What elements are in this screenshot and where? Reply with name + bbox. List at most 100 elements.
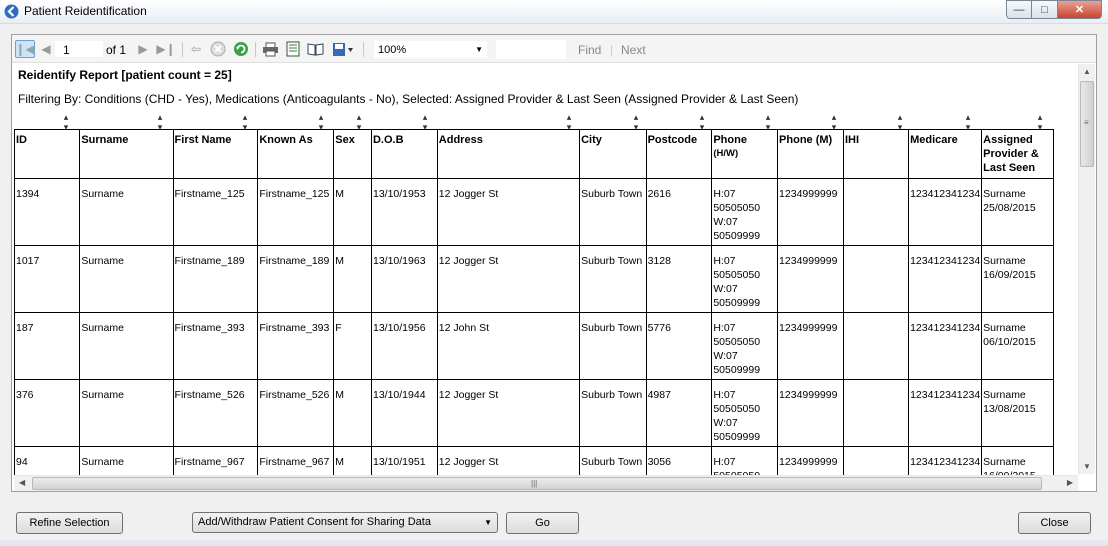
table-cell: Firstname_189 xyxy=(172,245,259,313)
column-header: IHI xyxy=(842,129,910,179)
page-number-input[interactable]: 1 xyxy=(54,40,104,58)
table-cell: Firstname_967 xyxy=(257,446,335,475)
table-row: 1017 Surname Firstname_189 Firstname_189 M 13… xyxy=(14,245,1054,313)
refine-selection-button[interactable]: Refine Selection xyxy=(16,512,123,534)
table-cell: 3056 xyxy=(645,446,713,475)
table-cell: Suburb Town xyxy=(579,312,647,380)
report-table: ID Surname First Name Known As Sex D.O.B Addre… xyxy=(14,129,1054,475)
column-header: D.O.B xyxy=(370,129,438,179)
find-input[interactable] xyxy=(496,40,566,59)
zoom-select[interactable]: 100% ▼ xyxy=(373,40,488,59)
table-cell: 13/10/1951 xyxy=(370,446,438,475)
table-cell: Surname xyxy=(79,379,174,447)
chevron-down-icon: ▼ xyxy=(475,45,483,54)
table-row: 1394 Surname Firstname_125 Firstname_125 M 13… xyxy=(14,178,1054,246)
table-cell: Surname 16/09/2015 xyxy=(981,446,1054,475)
table-cell: 123412341234 xyxy=(908,312,983,380)
export-icon[interactable] xyxy=(330,40,356,58)
table-cell: Surname xyxy=(79,312,174,380)
table-cell: Firstname_967 xyxy=(172,446,259,475)
title-bar: Patient Reidentification — □ ✕ xyxy=(0,0,1108,24)
horizontal-scrollbar[interactable]: ◀ ||| ▶ xyxy=(14,475,1078,491)
table-cell: Surname 25/08/2015 xyxy=(981,178,1054,246)
table-cell: Firstname_393 xyxy=(257,312,335,380)
next-link[interactable]: Next xyxy=(621,43,646,57)
table-cell: M xyxy=(333,379,372,447)
sort-row: ▴▾ ▴▾ ▴▾ ▴▾ ▴▾ ▴▾ ▴▾ ▴▾ ▴▾ ▴▾ ▴▾ ▴▾ ▴▾ ▴▾ xyxy=(14,113,1054,133)
table-cell: 1234999999 xyxy=(777,245,844,313)
table-cell: Surname xyxy=(79,245,174,313)
table-cell: Firstname_125 xyxy=(172,178,259,246)
table-cell xyxy=(842,379,910,447)
last-page-icon[interactable]: ▶❙ xyxy=(156,40,175,58)
table-cell: 12 Jogger St xyxy=(436,178,581,246)
table-cell: H:07 50505050 W:07 50509999 xyxy=(711,245,779,313)
report-toolbar: ❙◀ ◀ 1 of 1 ▶ ▶❙ ⇦ 100% ▼ Find | Next xyxy=(12,35,1096,63)
minimize-button[interactable]: — xyxy=(1006,0,1032,19)
table-cell: 1234999999 xyxy=(777,312,844,380)
vertical-scroll-thumb[interactable]: ≡ xyxy=(1080,81,1094,167)
column-header: Sex xyxy=(333,129,372,179)
column-header: Phone (H/W) xyxy=(711,129,779,179)
table-cell: 1017 xyxy=(14,245,81,313)
consent-action-select[interactable]: Add/Withdraw Patient Consent for Sharing… xyxy=(192,512,498,533)
page-setup-icon[interactable] xyxy=(306,40,324,58)
stop-icon[interactable] xyxy=(209,40,227,58)
back-icon[interactable]: ⇦ xyxy=(188,40,204,58)
table-cell: 1234999999 xyxy=(777,446,844,475)
table-cell: M xyxy=(333,245,372,313)
column-header: ID xyxy=(14,129,81,179)
scroll-right-icon[interactable]: ▶ xyxy=(1067,478,1073,487)
close-button[interactable]: Close xyxy=(1018,512,1091,534)
table-cell: 376 xyxy=(14,379,81,447)
table-cell: 12 John St xyxy=(436,312,581,380)
table-cell: Surname 16/09/2015 xyxy=(981,245,1054,313)
table-cell: 123412341234 xyxy=(908,446,983,475)
table-row: 376 Surname Firstname_526 Firstname_526 M 13/… xyxy=(14,379,1054,447)
scroll-left-icon[interactable]: ◀ xyxy=(19,478,25,487)
scroll-up-icon[interactable]: ▲ xyxy=(1083,67,1091,76)
print-layout-icon[interactable] xyxy=(284,40,302,58)
table-cell: Surname 06/10/2015 xyxy=(981,312,1054,380)
refresh-icon[interactable] xyxy=(232,40,250,58)
table-cell: Surname xyxy=(79,178,174,246)
table-cell: M xyxy=(333,178,372,246)
prev-page-icon[interactable]: ◀ xyxy=(39,40,53,58)
table-row: 94 Surname Firstname_967 Firstname_967 M 13/1… xyxy=(14,446,1054,475)
column-header: Surname xyxy=(79,129,174,179)
table-cell: Firstname_526 xyxy=(172,379,259,447)
table-cell: Suburb Town xyxy=(579,178,647,246)
find-link[interactable]: Find xyxy=(578,43,601,57)
table-cell: Firstname_189 xyxy=(257,245,335,313)
table-cell: 4987 xyxy=(645,379,713,447)
table-cell: 1394 xyxy=(14,178,81,246)
table-cell: 123412341234 xyxy=(908,178,983,246)
close-window-button[interactable]: ✕ xyxy=(1058,0,1102,19)
table-cell xyxy=(842,312,910,380)
table-cell: F xyxy=(333,312,372,380)
report-viewer: ❙◀ ◀ 1 of 1 ▶ ▶❙ ⇦ 100% ▼ Find | Next Re… xyxy=(11,34,1097,492)
print-icon[interactable] xyxy=(261,40,279,58)
horizontal-scroll-thumb[interactable]: ||| xyxy=(32,477,1042,490)
first-page-icon[interactable]: ❙◀ xyxy=(15,40,35,58)
go-button[interactable]: Go xyxy=(506,512,579,534)
table-cell xyxy=(842,245,910,313)
vertical-scrollbar[interactable]: ▲ ≡ ▼ xyxy=(1078,64,1095,474)
table-cell: 1234999999 xyxy=(777,379,844,447)
table-cell: M xyxy=(333,446,372,475)
page-of-label: of 1 xyxy=(106,43,127,57)
table-cell xyxy=(842,446,910,475)
scroll-down-icon[interactable]: ▼ xyxy=(1083,462,1091,471)
column-header: First Name xyxy=(172,129,259,179)
table-cell: 123412341234 xyxy=(908,379,983,447)
column-header: Known As xyxy=(257,129,335,179)
next-page-icon[interactable]: ▶ xyxy=(136,40,150,58)
column-header: Postcode xyxy=(645,129,713,179)
report-title: Reidentify Report [patient count = 25] xyxy=(18,68,232,82)
table-cell: H:07 50505050 W:07 50509999 xyxy=(711,178,779,246)
maximize-button[interactable]: □ xyxy=(1032,0,1058,19)
table-cell: 12 Jogger St xyxy=(436,245,581,313)
column-header: Assigned Provider & Last Seen xyxy=(981,129,1054,179)
table-cell: 2616 xyxy=(645,178,713,246)
table-cell: Suburb Town xyxy=(579,245,647,313)
